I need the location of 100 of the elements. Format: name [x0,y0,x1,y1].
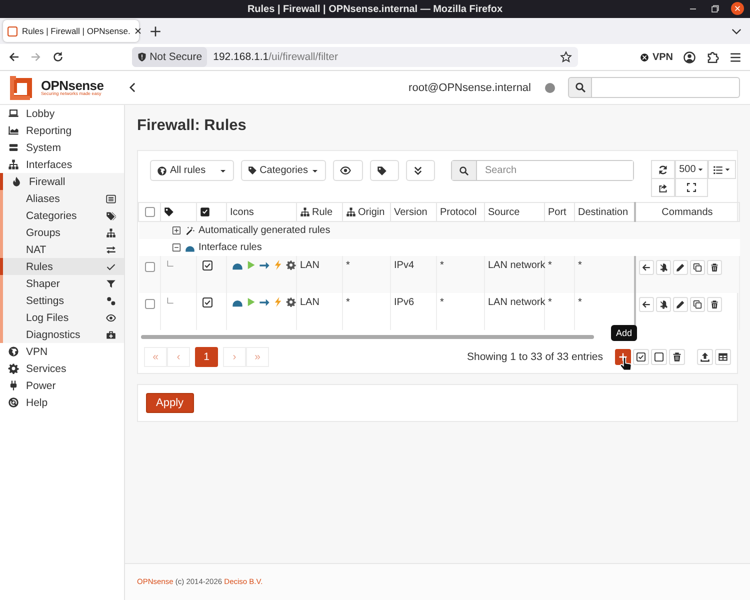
table-cell: * [548,260,552,271]
sidebar-subitem[interactable]: Groups [0,224,124,241]
tree-corner-icon [166,297,175,306]
status-dot [545,82,555,92]
swap-icon [106,244,116,254]
row-checkbox[interactable] [144,299,154,309]
eye-icon [106,312,116,322]
tags-icon [106,210,116,220]
sidebar-subitem[interactable]: Diagnostics [0,326,124,343]
clone-button[interactable] [690,260,704,275]
page-title: Firewall: Rules [137,117,248,135]
star-icon[interactable] [560,51,572,63]
arrow-right-icon [259,260,270,271]
clone-button[interactable] [690,297,704,312]
arrow-left-icon [642,263,650,272]
pencil-icon [676,263,684,272]
search-field[interactable]: Search [450,160,634,181]
table-cell: * [346,297,350,308]
play-icon [246,260,256,270]
vpn-button[interactable]: VPN [640,52,673,62]
server-icon [8,142,19,153]
search-button[interactable] [568,77,592,98]
arrow-right-icon [259,297,270,308]
table-cell: * [440,297,444,308]
refresh-button[interactable] [650,160,675,179]
sidebar-item[interactable]: Lobby [0,105,124,122]
collapse-icon[interactable] [126,82,138,93]
columns-dropdown[interactable] [708,160,736,179]
expand-icon[interactable] [172,226,180,235]
categories-dropdown[interactable]: Categories [240,160,326,181]
table-icon [718,352,728,362]
log-button[interactable] [656,297,670,312]
sidebar-item[interactable]: Reporting [0,122,124,139]
search-icon [574,82,586,93]
plug-icon [8,380,19,391]
back-icon[interactable] [8,51,20,63]
delete-button[interactable] [706,297,722,312]
row-checkbox[interactable] [144,262,154,272]
sidebar-subitem[interactable]: Aliases [0,190,124,207]
enable-button[interactable] [633,349,649,365]
table-cell: * [578,297,582,308]
upload-button[interactable] [697,349,713,365]
table-cell: LAN [300,260,320,271]
log-button[interactable] [656,260,670,275]
scrollbar[interactable] [141,335,594,339]
close-button[interactable] [731,2,744,15]
magic-wand-icon [184,226,194,236]
laptop-icon [8,108,19,119]
lifebuoy-icon [8,397,19,408]
sidebar-subitem[interactable]: Settings [0,292,124,309]
tag-icon [376,166,387,176]
export-button[interactable] [650,178,675,197]
sidebar-subitem[interactable]: Rules [0,258,124,275]
table-button[interactable] [715,349,731,365]
globe-icon [157,166,167,176]
disable-button[interactable] [651,349,667,365]
sidebar-item[interactable]: VPN [0,343,124,360]
move-button[interactable] [638,260,654,275]
page-button[interactable]: 1 [195,347,218,367]
search-field[interactable] [592,77,740,98]
delete-button[interactable] [706,260,722,275]
reload-icon[interactable] [52,51,64,63]
collapse-icon[interactable] [172,243,180,252]
move-button[interactable] [638,297,654,312]
sidebar-item[interactable]: Power [0,377,124,394]
view-button[interactable] [332,160,363,181]
delete-button[interactable] [669,349,685,365]
apply-button[interactable]: Apply [146,393,194,413]
sidebar-item[interactable]: Services [0,360,124,377]
sidebar-subitem[interactable]: Shaper [0,275,124,292]
close-icon[interactable] [134,27,142,35]
security-badge[interactable]: Not Secure [132,47,208,67]
sidebar-subitem[interactable]: Log Files [0,309,124,326]
bolt-icon [273,260,283,270]
account-icon[interactable] [683,50,696,64]
extensions-icon[interactable] [706,50,719,64]
menu-icon[interactable] [729,50,742,64]
browser-tab[interactable]: Rules | Firewall | OPNsense. [3,20,139,42]
tag-button[interactable] [370,160,399,181]
sidebar-subitem[interactable]: NAT [0,241,124,258]
edit-button[interactable] [672,297,688,312]
fullscreen-icon [686,183,696,192]
pointer-icon [619,357,633,371]
select-all-checkbox[interactable] [145,207,155,217]
new-tab-icon[interactable] [149,24,162,38]
fullscreen-button[interactable] [674,178,708,197]
enabled-checkbox[interactable] [202,260,213,271]
page-size-dropdown[interactable]: 500 [674,160,708,179]
sidebar-subitem[interactable]: Categories [0,207,124,224]
sidebar-item[interactable]: Help [0,394,124,411]
address-bar[interactable]: Not Secure 192.168.1.1/ui/firewall/filter [132,47,578,67]
expand-button[interactable] [406,160,435,181]
sidebar-item[interactable]: Interfaces [0,156,124,173]
sidebar-item[interactable]: System [0,139,124,156]
table-cell: LAN [300,297,320,308]
restore-icon[interactable] [709,2,721,14]
rules-filter-dropdown[interactable]: All rules [150,160,234,181]
edit-button[interactable] [672,260,688,275]
group-label: Interface rules [198,242,262,253]
enabled-checkbox[interactable] [202,297,213,308]
